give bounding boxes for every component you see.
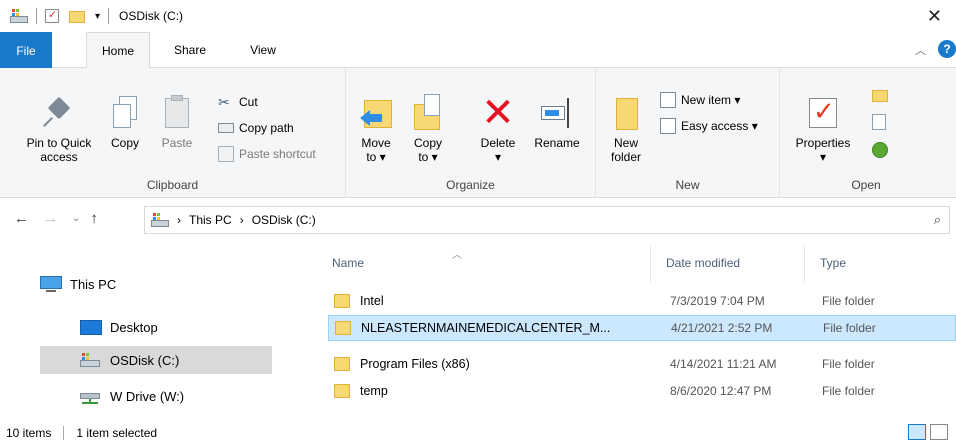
folder-icon <box>334 384 350 398</box>
copy-path-icon <box>218 123 234 133</box>
move-to-icon <box>358 94 394 132</box>
tab-home[interactable]: Home <box>86 32 150 69</box>
nav-item-desktop[interactable]: Desktop <box>80 313 158 341</box>
selection-count: 1 item selected <box>76 425 158 440</box>
folder-icon <box>334 294 350 308</box>
qat-separator <box>36 8 37 24</box>
nav-item-w-drive[interactable]: W Drive (W:) <box>80 382 184 410</box>
help-icon[interactable]: ? <box>938 40 956 58</box>
easy-access-icon <box>660 118 676 134</box>
move-to-button[interactable]: Move to ▾ <box>354 94 398 164</box>
collapse-ribbon-icon[interactable]: ︿ <box>915 42 926 58</box>
copy-button[interactable]: Copy <box>102 94 148 150</box>
properties-button[interactable]: ✓ Properties ▾ <box>788 94 858 164</box>
scissors-icon: ✂ <box>218 94 230 110</box>
forward-arrow-icon[interactable]: → <box>43 210 58 227</box>
item-count: 10 items <box>6 425 52 440</box>
column-header-date-modified[interactable]: Date modified <box>644 242 794 284</box>
copy-icon <box>107 94 143 132</box>
up-arrow-icon[interactable]: ↑ <box>90 210 98 227</box>
close-icon[interactable]: ✕ <box>927 6 942 27</box>
qat-separator <box>108 8 110 24</box>
pin-to-quick-access-button[interactable]: Pin to Quick access <box>18 94 100 164</box>
title-bar: ✓ ▾ OSDisk (C:) ✕ <box>0 0 956 32</box>
clipboard-group: Pin to Quick access Copy Paste ✂ Cut Cop… <box>0 68 346 198</box>
quick-access-toolbar: ✓ ▾ OSDisk (C:) <box>0 0 183 32</box>
table-row[interactable]: Program Files (x86) 4/14/2021 11:21 AM F… <box>328 351 956 377</box>
open-icon[interactable] <box>872 88 888 102</box>
new-item-button[interactable]: New item ▾ <box>660 90 740 110</box>
monitor-icon <box>40 276 62 292</box>
tab-file[interactable]: File <box>0 32 52 69</box>
delete-button[interactable]: ✕ Delete ▾ <box>476 91 520 164</box>
column-header-type[interactable]: Type <box>798 242 938 284</box>
file-list: ︿ Name Date modified Type Intel 7/3/2019… <box>310 242 956 418</box>
folder-icon <box>334 357 350 371</box>
rename-button[interactable]: Rename <box>528 94 586 150</box>
this-pc-drive-icon <box>151 213 169 227</box>
navigation-bar: ← → ⌄ ↑ › This PC › OSDisk (C:) ⌕ <box>0 199 956 241</box>
paste-button[interactable]: Paste <box>154 94 200 150</box>
nav-item-osdisk[interactable]: OSDisk (C:) <box>40 346 272 374</box>
status-bar: 10 items 1 item selected <box>0 418 956 447</box>
pin-icon <box>41 94 77 132</box>
breadcrumb-separator[interactable]: › <box>177 213 181 227</box>
breadcrumb-osdisk[interactable]: OSDisk (C:) <box>252 213 316 227</box>
recent-locations-icon[interactable]: ⌄ <box>72 213 80 224</box>
status-separator <box>63 425 65 440</box>
tab-view[interactable]: View <box>234 32 292 68</box>
large-icons-view-icon[interactable] <box>930 424 948 440</box>
breadcrumb-separator[interactable]: › <box>240 213 244 227</box>
window-title: OSDisk (C:) <box>119 9 184 23</box>
new-folder-icon <box>608 94 644 132</box>
copy-path-button[interactable]: Copy path <box>218 118 294 138</box>
drive-icon[interactable] <box>10 9 28 23</box>
nav-item-this-pc[interactable]: This PC <box>40 270 116 298</box>
copy-to-icon <box>410 94 446 132</box>
cut-button[interactable]: ✂ Cut <box>218 92 258 112</box>
properties-check-icon: ✓ <box>805 94 841 132</box>
paste-shortcut-button[interactable]: Paste shortcut <box>218 144 316 164</box>
open-group-label: Open <box>851 178 881 192</box>
ribbon: Pin to Quick access Copy Paste ✂ Cut Cop… <box>0 68 956 198</box>
network-drive-icon <box>80 388 102 404</box>
search-icon[interactable]: ⌕ <box>934 212 941 228</box>
rename-icon <box>539 94 575 132</box>
breadcrumb-this-pc[interactable]: This PC <box>189 213 232 227</box>
table-row[interactable]: temp 8/6/2020 12:47 PM File folder <box>328 378 956 404</box>
table-row[interactable]: NLEASTERNMAINEMEDICALCENTER_M... 4/21/20… <box>328 315 956 341</box>
new-folder-button[interactable]: New folder <box>604 94 648 164</box>
column-header-name[interactable]: Name <box>310 242 650 284</box>
tab-share[interactable]: Share <box>162 32 218 68</box>
table-row[interactable]: Intel 7/3/2019 7:04 PM File folder <box>328 288 956 314</box>
new-folder-qat-icon[interactable] <box>69 9 85 23</box>
folder-icon <box>335 321 351 335</box>
back-arrow-icon[interactable]: ← <box>14 210 29 227</box>
new-group: New folder New item ▾ Easy access ▾ New <box>596 68 780 198</box>
organize-group: Move to ▾ Copy to ▾ ✕ Delete ▾ Rename Or… <box>346 68 596 198</box>
ribbon-tabs: File Home Share View ︿ ? <box>0 32 956 69</box>
drive-icon <box>80 352 102 368</box>
edit-icon[interactable] <box>872 114 886 130</box>
navigation-pane: This PC Desktop OSDisk (C:) W Drive (W:) <box>0 242 310 418</box>
desktop-icon <box>80 319 102 335</box>
easy-access-button[interactable]: Easy access ▾ <box>660 116 758 136</box>
address-bar[interactable]: › This PC › OSDisk (C:) ⌕ <box>144 206 950 234</box>
nav-arrows: ← → ⌄ ↑ <box>14 210 112 227</box>
delete-x-icon: ✕ <box>481 91 515 135</box>
history-icon[interactable] <box>872 142 888 158</box>
new-group-label: New <box>675 178 700 192</box>
clipboard-group-label: Clipboard <box>146 178 199 192</box>
new-item-icon <box>660 92 676 108</box>
view-buttons <box>904 424 948 440</box>
details-view-icon[interactable] <box>908 424 926 440</box>
copy-to-button[interactable]: Copy to ▾ <box>406 94 450 164</box>
properties-checkbox-icon[interactable]: ✓ <box>45 9 59 23</box>
qat-dropdown-icon[interactable]: ▾ <box>95 11 100 22</box>
open-group: ✓ Properties ▾ Open <box>780 68 956 198</box>
paste-shortcut-icon <box>218 146 234 162</box>
paste-icon <box>159 94 195 132</box>
organize-group-label: Organize <box>446 178 495 192</box>
